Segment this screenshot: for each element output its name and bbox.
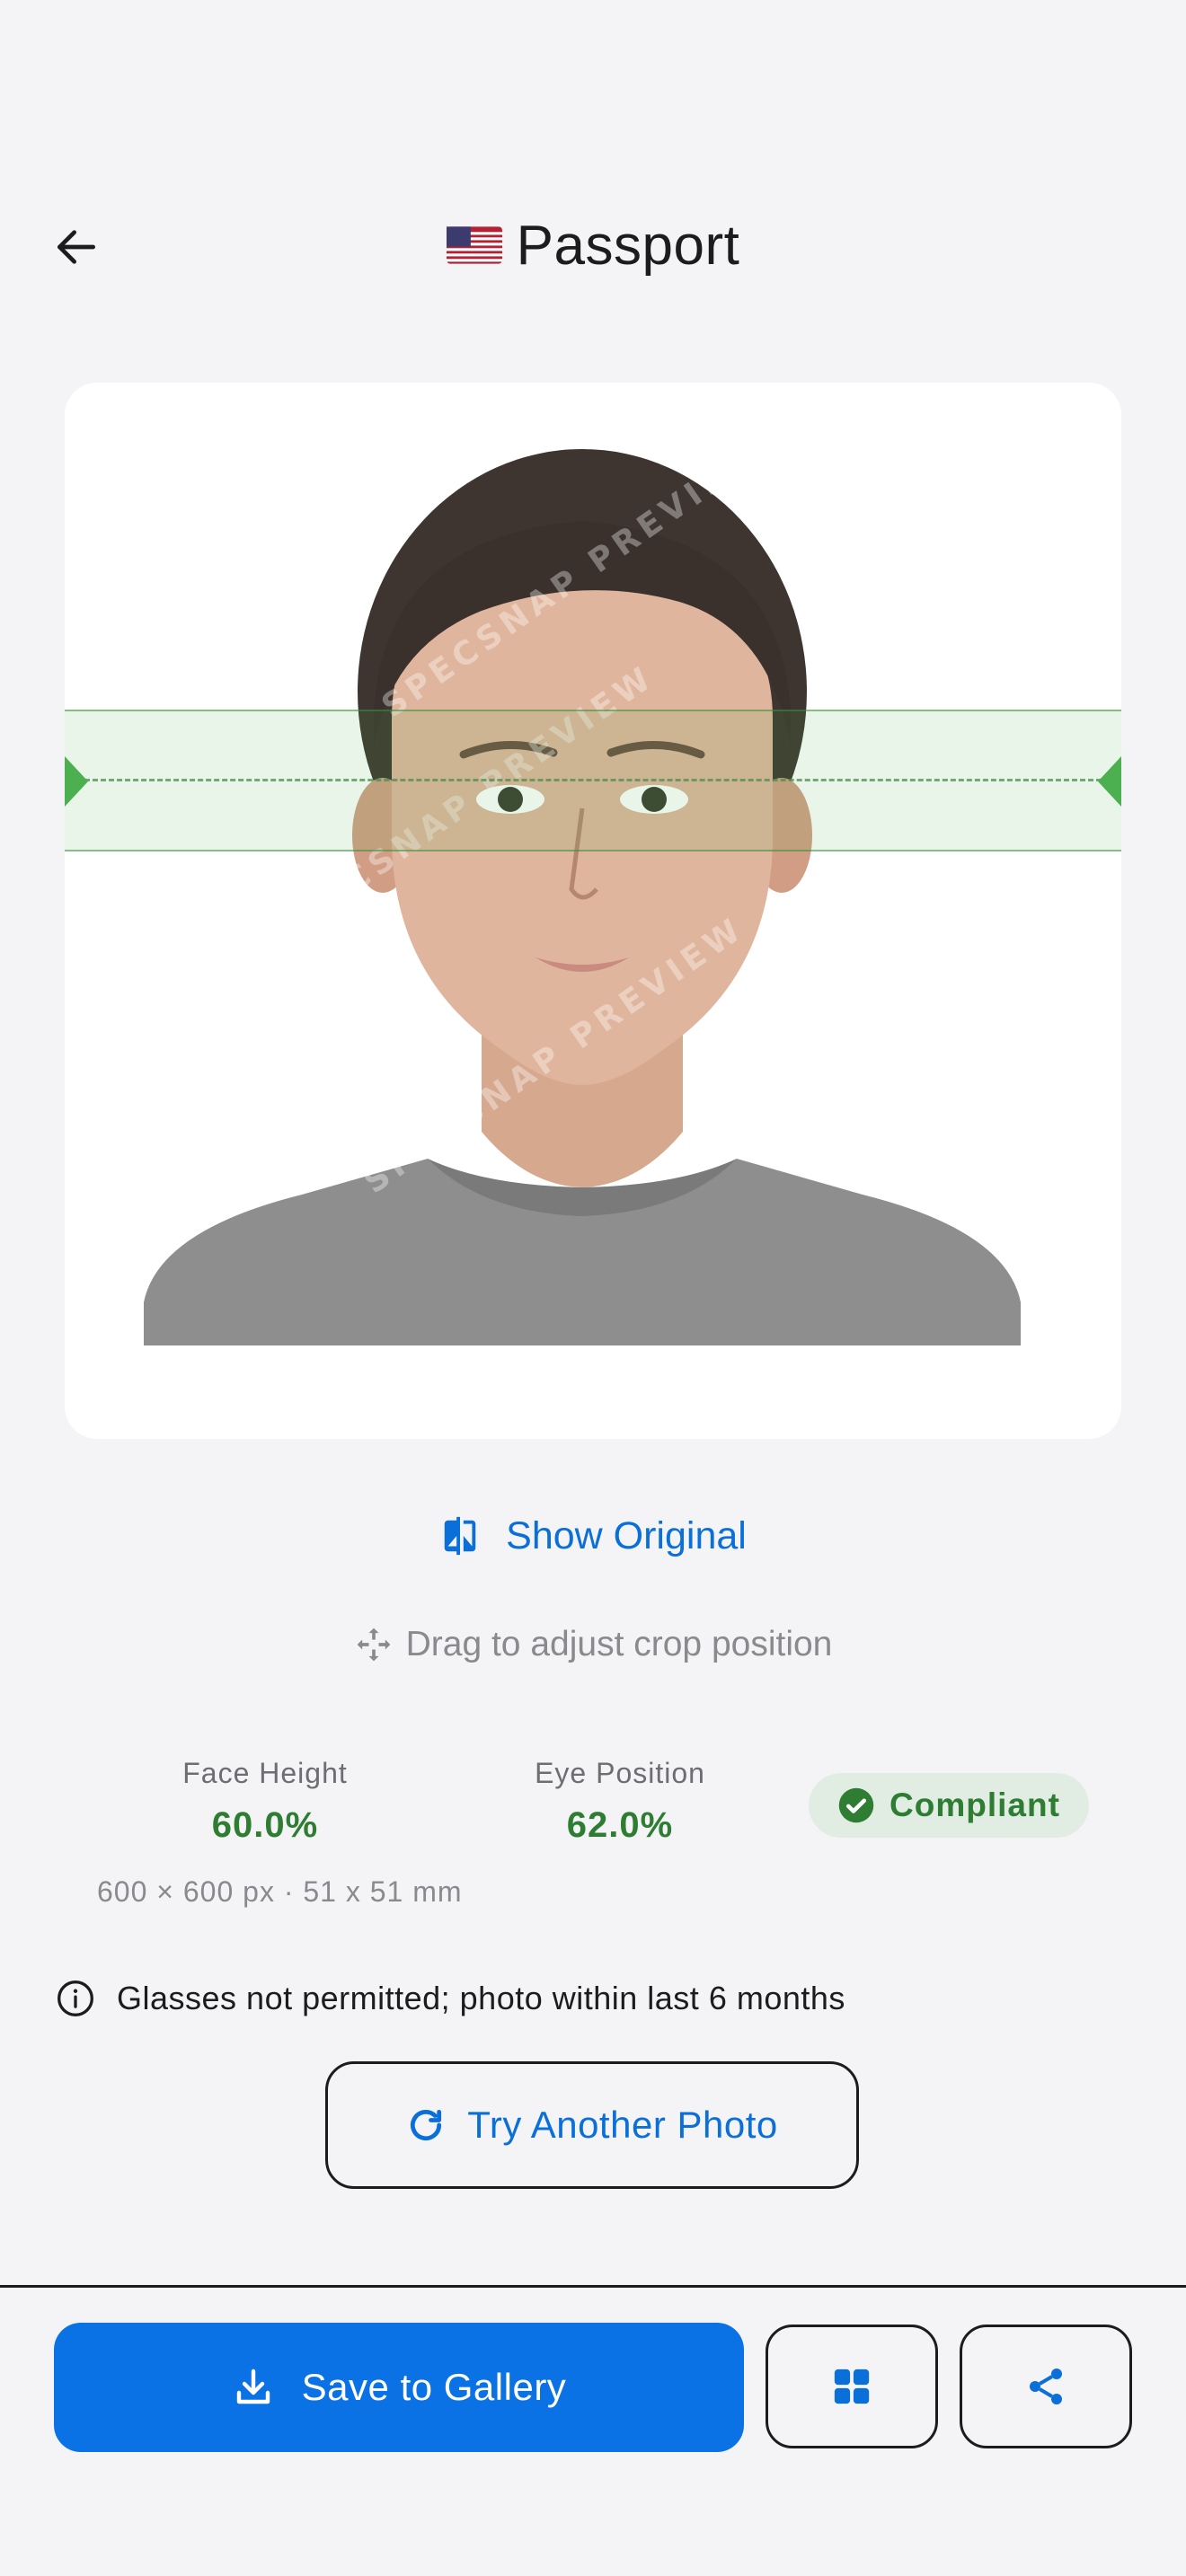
eye-position-value: 62.0% xyxy=(566,1805,674,1845)
try-another-label: Try Another Photo xyxy=(467,2104,778,2146)
share-button[interactable] xyxy=(960,2325,1132,2448)
header-title: Passport xyxy=(0,205,1186,286)
check-circle-icon xyxy=(838,1787,874,1823)
requirements-info: Glasses not permitted; photo within last… xyxy=(56,1967,845,2030)
compliance-badge: Compliant xyxy=(809,1773,1089,1838)
compliance-status: Compliant xyxy=(890,1786,1060,1823)
photo-preview-card[interactable]: SPECSNAP PREVIEW SPECSNAP PREVIEW SPECSN… xyxy=(65,383,1121,1439)
eye-marker-right-icon[interactable] xyxy=(1098,756,1121,807)
layout-grid-button[interactable] xyxy=(766,2325,938,2448)
portrait-photo: SPECSNAP PREVIEW SPECSNAP PREVIEW SPECSN… xyxy=(104,422,1060,1345)
face-height-label: Face Height xyxy=(182,1757,348,1789)
us-flag-icon xyxy=(446,226,502,264)
requirements-text: Glasses not permitted; photo within last… xyxy=(117,1980,845,2016)
page-title: Passport xyxy=(516,214,740,277)
eye-guide-line xyxy=(84,779,1102,781)
share-icon xyxy=(1030,2369,1062,2404)
drag-hint: Drag to adjust crop position xyxy=(0,1613,1186,1676)
download-icon xyxy=(236,2369,270,2404)
drag-hint-text: Drag to adjust crop position xyxy=(405,1625,833,1663)
eye-position-label: Eye Position xyxy=(535,1757,705,1789)
show-original-label: Show Original xyxy=(506,1513,747,1557)
bottom-bar-divider xyxy=(0,2285,1186,2288)
save-label: Save to Gallery xyxy=(301,2366,567,2408)
refresh-icon xyxy=(411,2109,442,2141)
eye-marker-left-icon[interactable] xyxy=(65,756,88,807)
compare-icon xyxy=(444,1516,476,1556)
grid-icon xyxy=(834,2369,870,2404)
face-height-value: 60.0% xyxy=(211,1805,319,1845)
info-icon xyxy=(58,1981,93,2016)
move-icon xyxy=(357,1628,390,1662)
save-to-gallery-button[interactable]: Save to Gallery xyxy=(54,2323,744,2452)
show-original-button[interactable]: Show Original xyxy=(0,1500,1186,1572)
photo-dimensions: 600 × 600 px · 51 x 51 mm xyxy=(97,1875,463,1908)
try-another-photo-button[interactable]: Try Another Photo xyxy=(325,2061,859,2189)
